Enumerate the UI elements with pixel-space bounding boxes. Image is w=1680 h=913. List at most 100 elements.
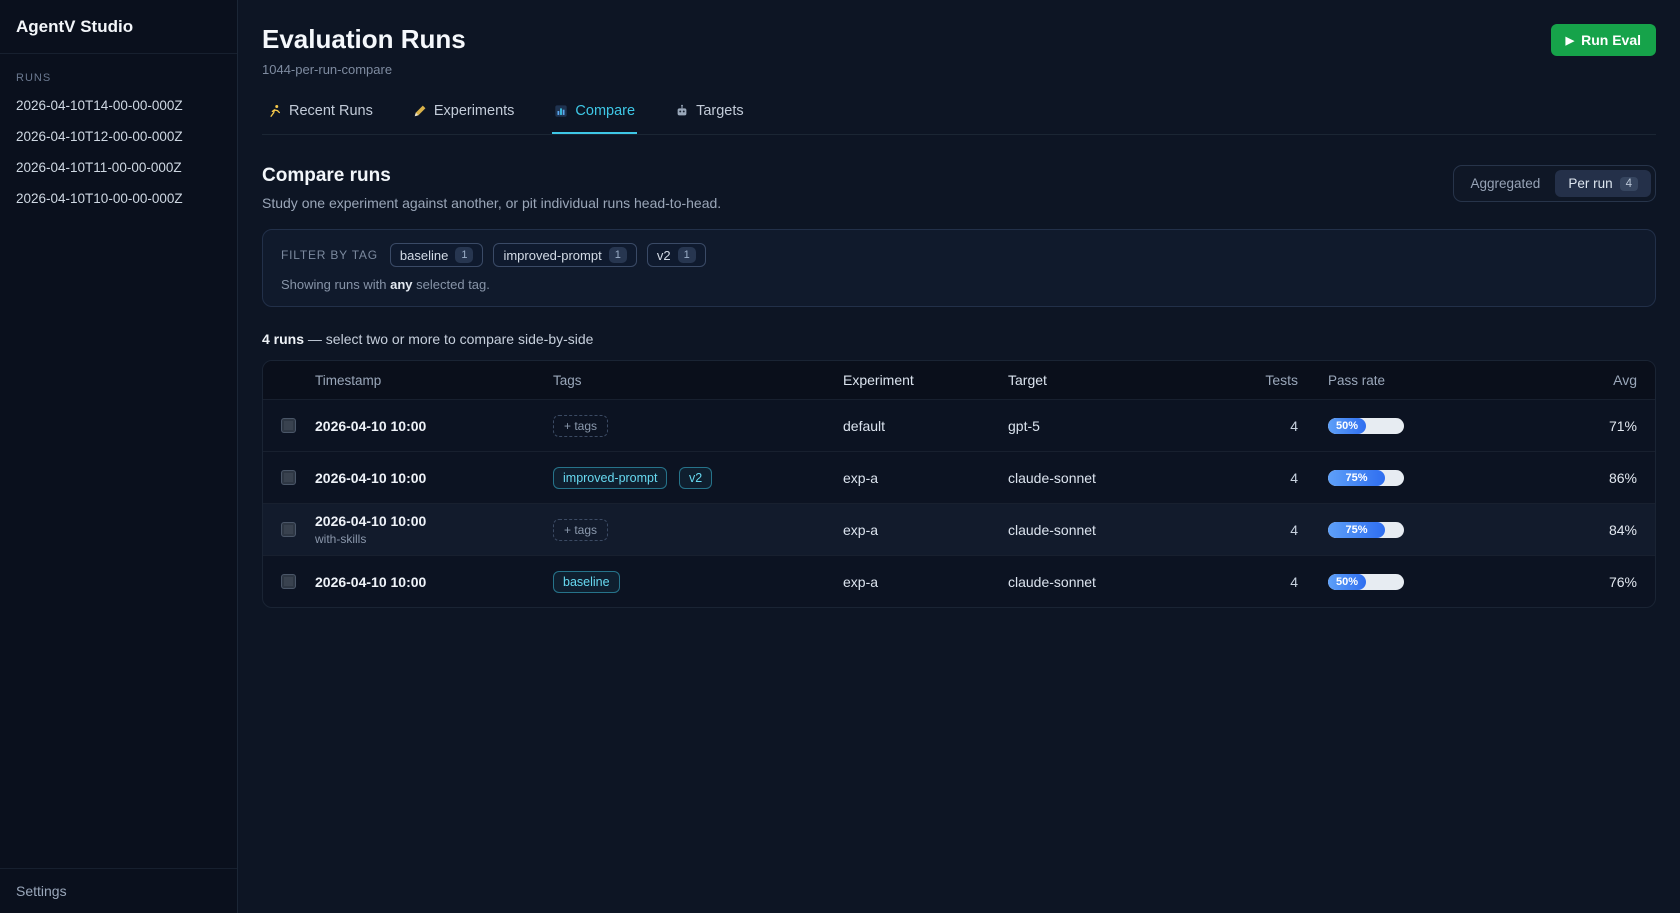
play-icon: ▶	[1566, 34, 1574, 47]
run-tests: 4	[1240, 410, 1302, 442]
run-tag-chip: v2	[679, 467, 712, 489]
row-checkbox[interactable]	[281, 470, 296, 485]
filter-hint: Showing runs with any selected tag.	[281, 277, 1637, 292]
run-eval-button[interactable]: ▶ Run Eval	[1551, 24, 1656, 56]
tag-name: v2	[657, 248, 671, 263]
runs-table: Timestamp Tags Experiment Target Tests P…	[262, 360, 1656, 608]
per-run-label: Per run	[1568, 176, 1612, 191]
tab-experiments[interactable]: Experiments	[411, 103, 517, 134]
tab-label: Recent Runs	[289, 103, 373, 119]
tab-bar: Recent Runs Experiments Compare Targets	[262, 103, 1656, 135]
run-target: claude-sonnet	[1008, 514, 1240, 546]
pass-rate-label: 50%	[1336, 420, 1358, 432]
filter-tag-improved-prompt[interactable]: improved-prompt 1	[493, 243, 636, 267]
tab-label: Compare	[575, 103, 635, 119]
run-avg: 86%	[1474, 462, 1655, 494]
run-tests: 4	[1240, 566, 1302, 598]
run-avg: 84%	[1474, 514, 1655, 546]
run-target: claude-sonnet	[1008, 566, 1240, 598]
sidebar: AgentV Studio RUNS 2026-04-10T14-00-00-0…	[0, 0, 238, 913]
runner-icon	[268, 104, 282, 118]
view-option-per-run[interactable]: Per run 4	[1555, 170, 1651, 197]
table-row: 2026-04-10 10:00 + tags default gpt-5 4 …	[263, 399, 1655, 451]
tag-count-badge: 1	[609, 247, 627, 263]
col-pass-rate: Pass rate	[1302, 365, 1474, 396]
pencil-icon	[413, 104, 427, 118]
col-target: Target	[1008, 364, 1240, 396]
filter-label: FILTER BY TAG	[281, 248, 378, 262]
runs-section-label: RUNS	[0, 54, 237, 90]
run-target: claude-sonnet	[1008, 462, 1240, 494]
col-avg: Avg	[1474, 364, 1655, 396]
sidebar-run-item[interactable]: 2026-04-10T10-00-00-000Z	[0, 183, 237, 214]
run-tests: 4	[1240, 514, 1302, 546]
settings-link[interactable]: Settings	[0, 868, 237, 913]
pass-rate-label: 50%	[1336, 576, 1358, 588]
run-timestamp: 2026-04-10 10:00	[315, 574, 553, 590]
runs-list: 2026-04-10T14-00-00-000Z 2026-04-10T12-0…	[0, 90, 237, 868]
table-row: 2026-04-10 10:00 with-skills + tags exp-…	[263, 503, 1655, 555]
run-timestamp: 2026-04-10 10:00	[315, 418, 553, 434]
tab-recent-runs[interactable]: Recent Runs	[266, 103, 375, 134]
run-experiment: exp-a	[843, 514, 1008, 546]
add-tags-button[interactable]: + tags	[553, 415, 608, 437]
col-tests: Tests	[1240, 364, 1302, 396]
run-experiment: exp-a	[843, 566, 1008, 598]
tab-targets[interactable]: Targets	[673, 103, 746, 134]
compare-subtitle: Study one experiment against another, or…	[262, 195, 721, 211]
page-header: Evaluation Runs 1044-per-run-compare ▶ R…	[262, 24, 1656, 77]
view-option-aggregated[interactable]: Aggregated	[1458, 170, 1554, 197]
sidebar-run-item[interactable]: 2026-04-10T14-00-00-000Z	[0, 90, 237, 121]
pass-rate-bar: 75%	[1328, 522, 1404, 538]
run-experiment: exp-a	[843, 462, 1008, 494]
robot-icon	[675, 104, 689, 118]
row-checkbox[interactable]	[281, 522, 296, 537]
run-tag-chip: improved-prompt	[553, 467, 667, 489]
run-tests: 4	[1240, 462, 1302, 494]
filter-tag-baseline[interactable]: baseline 1	[390, 243, 484, 267]
table-row: 2026-04-10 10:00 baseline exp-a claude-s…	[263, 555, 1655, 607]
run-avg: 71%	[1474, 410, 1655, 442]
tag-name: improved-prompt	[503, 248, 601, 263]
tab-compare[interactable]: Compare	[552, 103, 637, 134]
row-checkbox[interactable]	[281, 418, 296, 433]
sidebar-run-item[interactable]: 2026-04-10T11-00-00-000Z	[0, 152, 237, 183]
tab-label: Experiments	[434, 103, 515, 119]
col-timestamp: Timestamp	[315, 365, 553, 396]
run-timestamp: 2026-04-10 10:00	[315, 470, 553, 486]
per-run-count-badge: 4	[1620, 177, 1638, 191]
table-row: 2026-04-10 10:00 improved-prompt v2 exp-…	[263, 451, 1655, 503]
table-header-row: Timestamp Tags Experiment Target Tests P…	[263, 361, 1655, 399]
tag-name: baseline	[400, 248, 448, 263]
main-content: Evaluation Runs 1044-per-run-compare ▶ R…	[238, 0, 1680, 913]
run-avg: 76%	[1474, 566, 1655, 598]
run-target: gpt-5	[1008, 410, 1240, 442]
pass-rate-bar: 50%	[1328, 574, 1404, 590]
view-toggle: Aggregated Per run 4	[1453, 165, 1657, 202]
col-experiment: Experiment	[843, 364, 1008, 396]
col-tags: Tags	[553, 365, 843, 396]
page-subtitle: 1044-per-run-compare	[262, 62, 466, 77]
sidebar-run-item[interactable]: 2026-04-10T12-00-00-000Z	[0, 121, 237, 152]
tag-count-badge: 1	[678, 247, 696, 263]
run-timestamp: 2026-04-10 10:00	[315, 513, 553, 529]
bar-chart-icon	[554, 104, 568, 118]
filter-tag-v2[interactable]: v2 1	[647, 243, 706, 267]
compare-section-header: Compare runs Study one experiment agains…	[262, 165, 1656, 211]
run-eval-label: Run Eval	[1581, 32, 1641, 48]
tag-count-badge: 1	[455, 247, 473, 263]
run-tag-chip: baseline	[553, 571, 620, 593]
pass-rate-bar: 50%	[1328, 418, 1404, 434]
run-experiment: default	[843, 410, 1008, 442]
page-title: Evaluation Runs	[262, 24, 466, 55]
runs-summary: 4 runs — select two or more to compare s…	[262, 331, 1656, 347]
run-sublabel: with-skills	[315, 532, 553, 546]
app-title: AgentV Studio	[0, 0, 237, 54]
row-checkbox[interactable]	[281, 574, 296, 589]
tab-label: Targets	[696, 103, 744, 119]
pass-rate-label: 75%	[1345, 524, 1367, 536]
tag-filter-card: FILTER BY TAG baseline 1 improved-prompt…	[262, 229, 1656, 307]
compare-title: Compare runs	[262, 165, 721, 187]
add-tags-button[interactable]: + tags	[553, 519, 608, 541]
pass-rate-label: 75%	[1345, 472, 1367, 484]
